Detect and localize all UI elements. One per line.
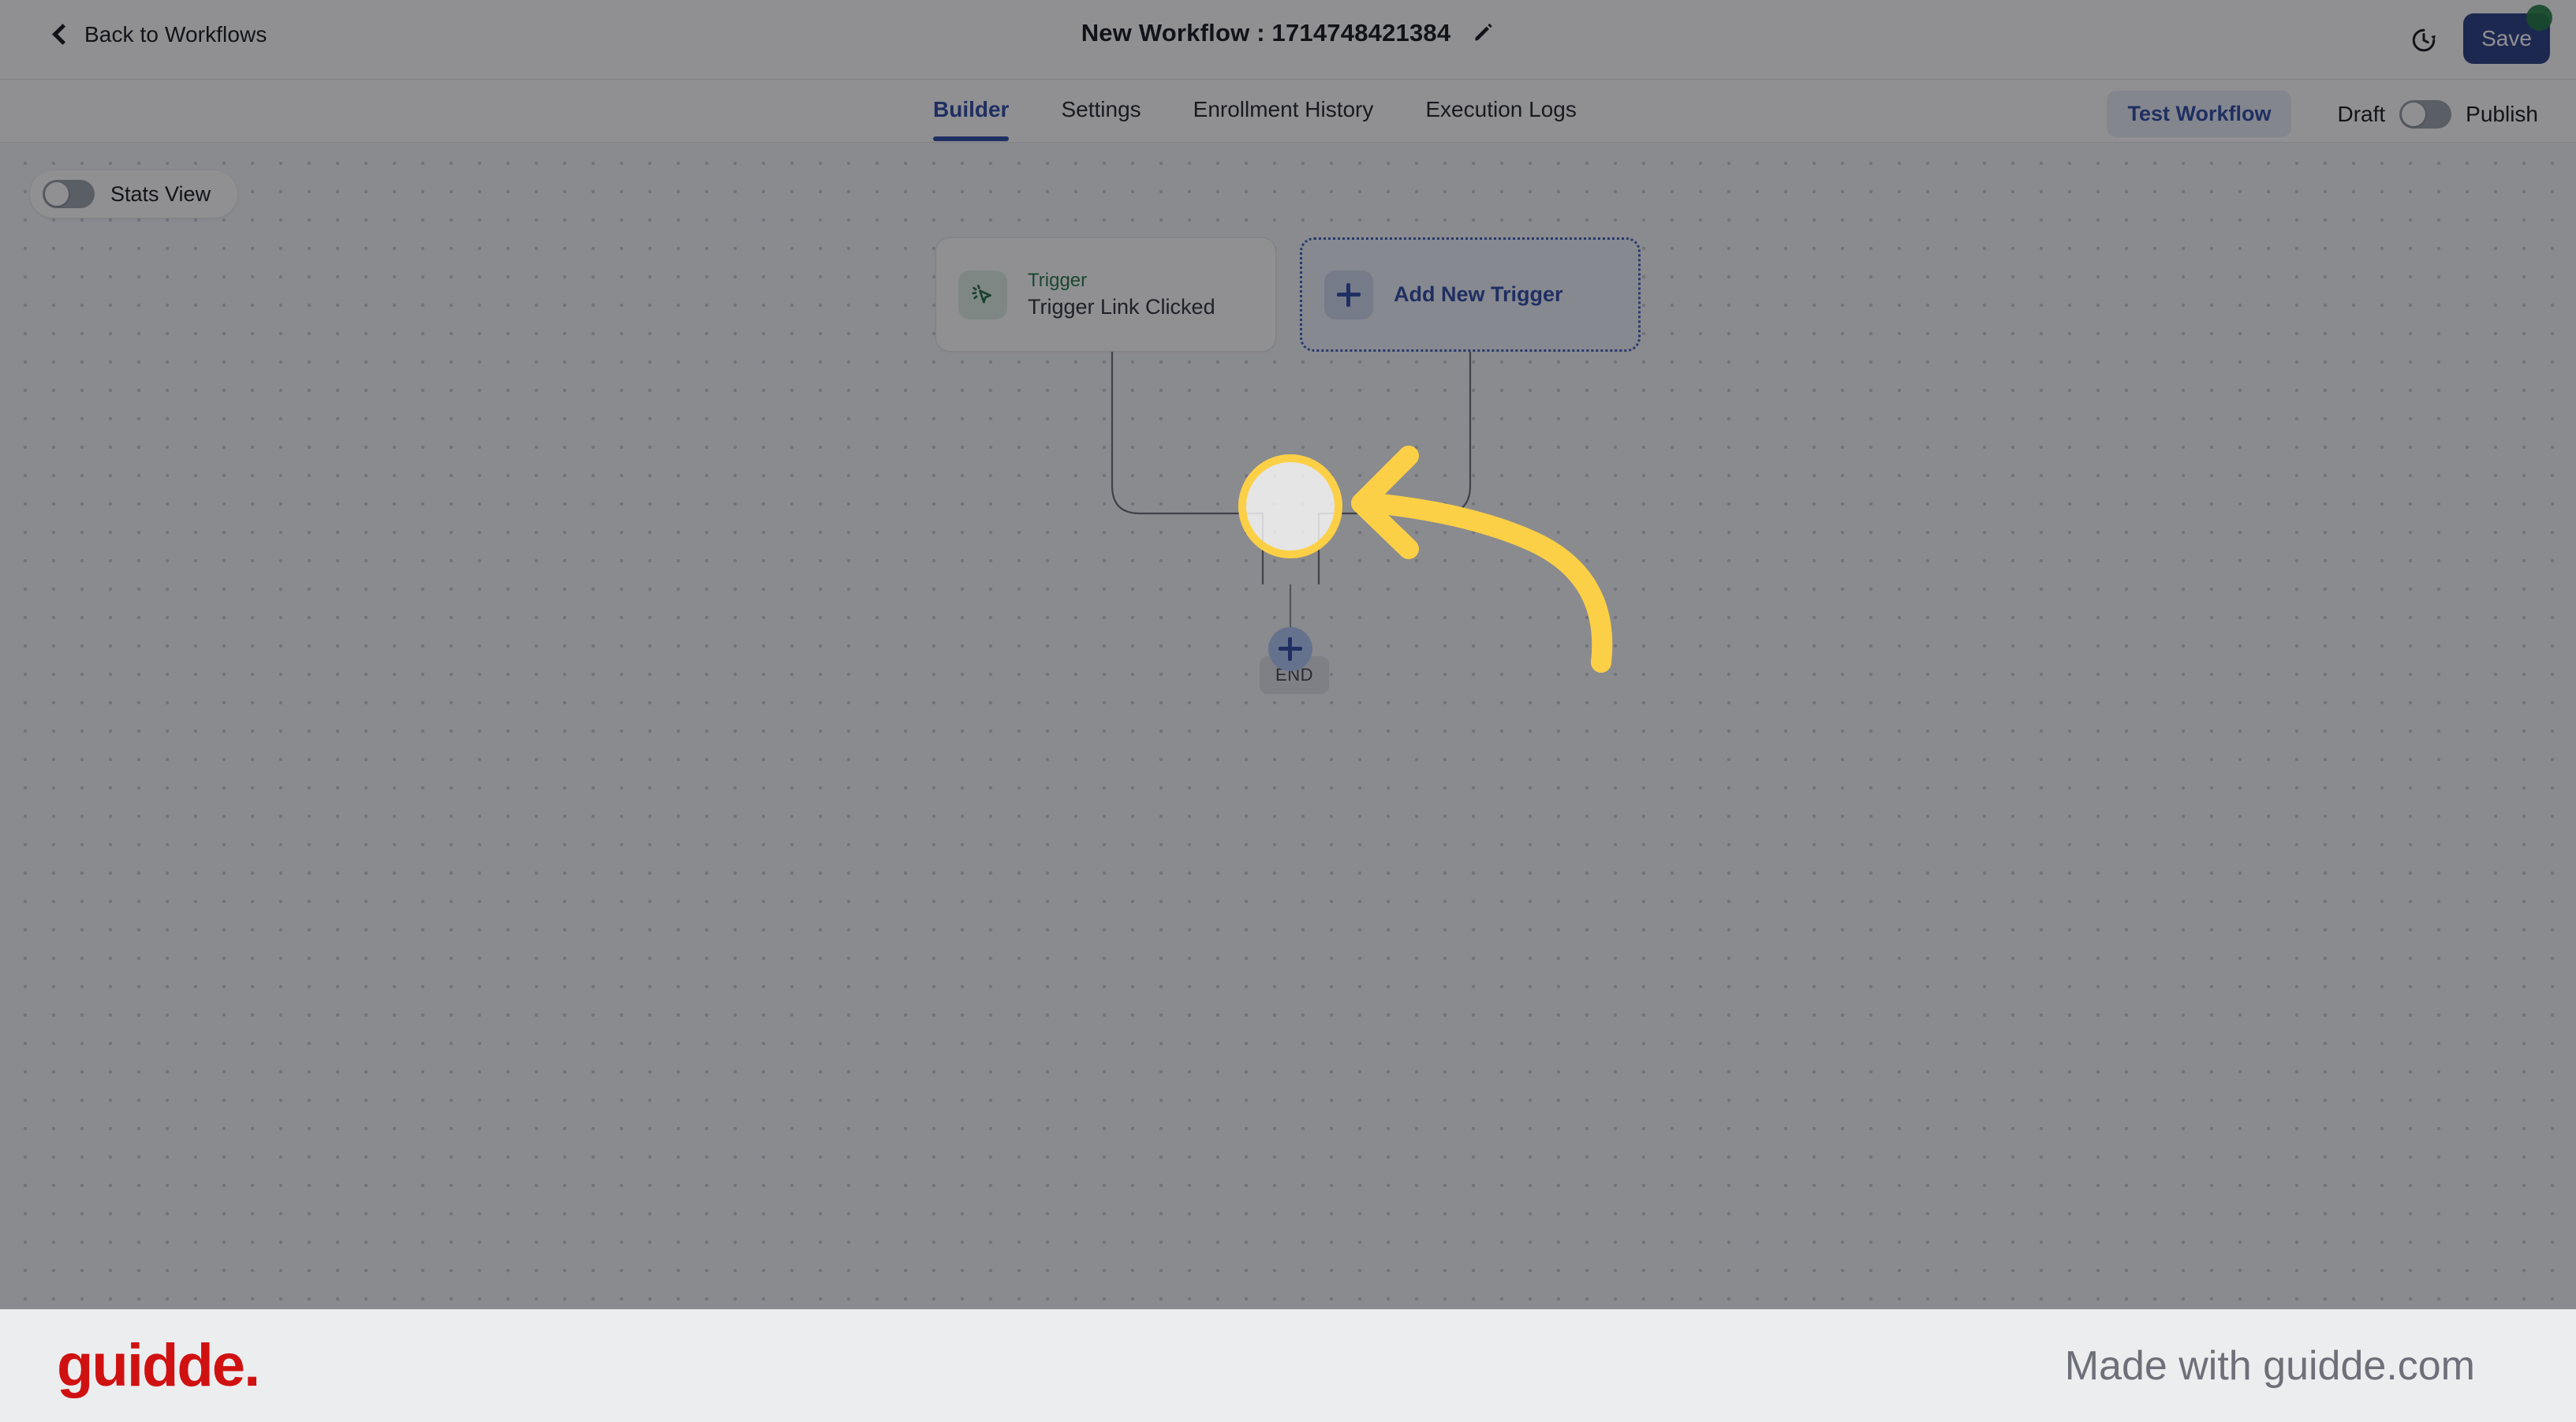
pencil-icon[interactable] — [1471, 21, 1495, 45]
tab-builder[interactable]: Builder — [933, 80, 1010, 141]
trigger-name-label: Trigger Link Clicked — [1028, 295, 1215, 319]
draft-publish-group: Draft Publish — [2337, 99, 2538, 129]
tab-bar: Builder Settings Enrollment History Exec… — [0, 80, 2576, 143]
publish-label: Publish — [2466, 101, 2538, 126]
tab-enrollment-history[interactable]: Enrollment History — [1193, 80, 1374, 141]
publish-toggle-knob — [2402, 102, 2426, 126]
trigger-kind-label: Trigger — [1028, 270, 1088, 291]
workflow-title-group: New Workflow : 1714748421384 — [1081, 19, 1495, 47]
clock-history-icon[interactable] — [2410, 27, 2437, 54]
test-workflow-button[interactable]: Test Workflow — [2107, 91, 2292, 137]
stats-view-toggle-knob — [45, 182, 69, 206]
stats-view-toggle-pill[interactable]: Stats View — [30, 170, 238, 218]
workflow-canvas[interactable]: Stats View Trigger Trigger Link Clicked — [0, 143, 2576, 1422]
chevron-left-icon — [52, 23, 73, 45]
node-trigger[interactable]: Trigger Trigger Link Clicked — [935, 237, 1276, 352]
stats-view-toggle[interactable] — [43, 180, 95, 208]
add-new-trigger-label: Add New Trigger — [1394, 282, 1563, 306]
plus-icon — [1324, 270, 1373, 319]
trigger-text-group: Trigger Trigger Link Clicked — [1028, 270, 1215, 319]
tabbar-right-controls: Test Workflow Draft Publish — [2107, 91, 2538, 137]
publish-toggle[interactable] — [2399, 99, 2452, 129]
top-bar: Back to Workflows New Workflow : 1714748… — [0, 0, 2576, 80]
guidde-banner: guidde. Made with guidde.com — [0, 1309, 2576, 1422]
highlight-ring — [1238, 454, 1342, 558]
add-step-button[interactable] — [1268, 627, 1312, 671]
stats-view-label: Stats View — [110, 181, 211, 206]
cursor-click-icon — [958, 270, 1007, 319]
connector-edges — [1111, 352, 1472, 675]
screen-root: Back to Workflows New Workflow : 1714748… — [0, 0, 2576, 1422]
workflow-app: Back to Workflows New Workflow : 1714748… — [0, 0, 2576, 1422]
plus-icon — [1279, 637, 1302, 661]
draft-label: Draft — [2337, 101, 2386, 126]
status-indicator-dot — [2526, 5, 2552, 31]
made-with-guidde-text: Made with guidde.com — [2064, 1342, 2475, 1389]
tab-execution-logs[interactable]: Execution Logs — [1425, 80, 1576, 141]
page-title: New Workflow : 1714748421384 — [1081, 19, 1451, 47]
back-to-workflows-label: Back to Workflows — [84, 22, 267, 47]
tab-settings[interactable]: Settings — [1061, 80, 1141, 141]
tab-list: Builder Settings Enrollment History Exec… — [933, 80, 1629, 141]
guidde-logo: guidde. — [57, 1331, 260, 1399]
add-new-trigger-card[interactable]: Add New Trigger — [1300, 237, 1641, 352]
back-to-workflows-button[interactable]: Back to Workflows — [52, 22, 267, 47]
